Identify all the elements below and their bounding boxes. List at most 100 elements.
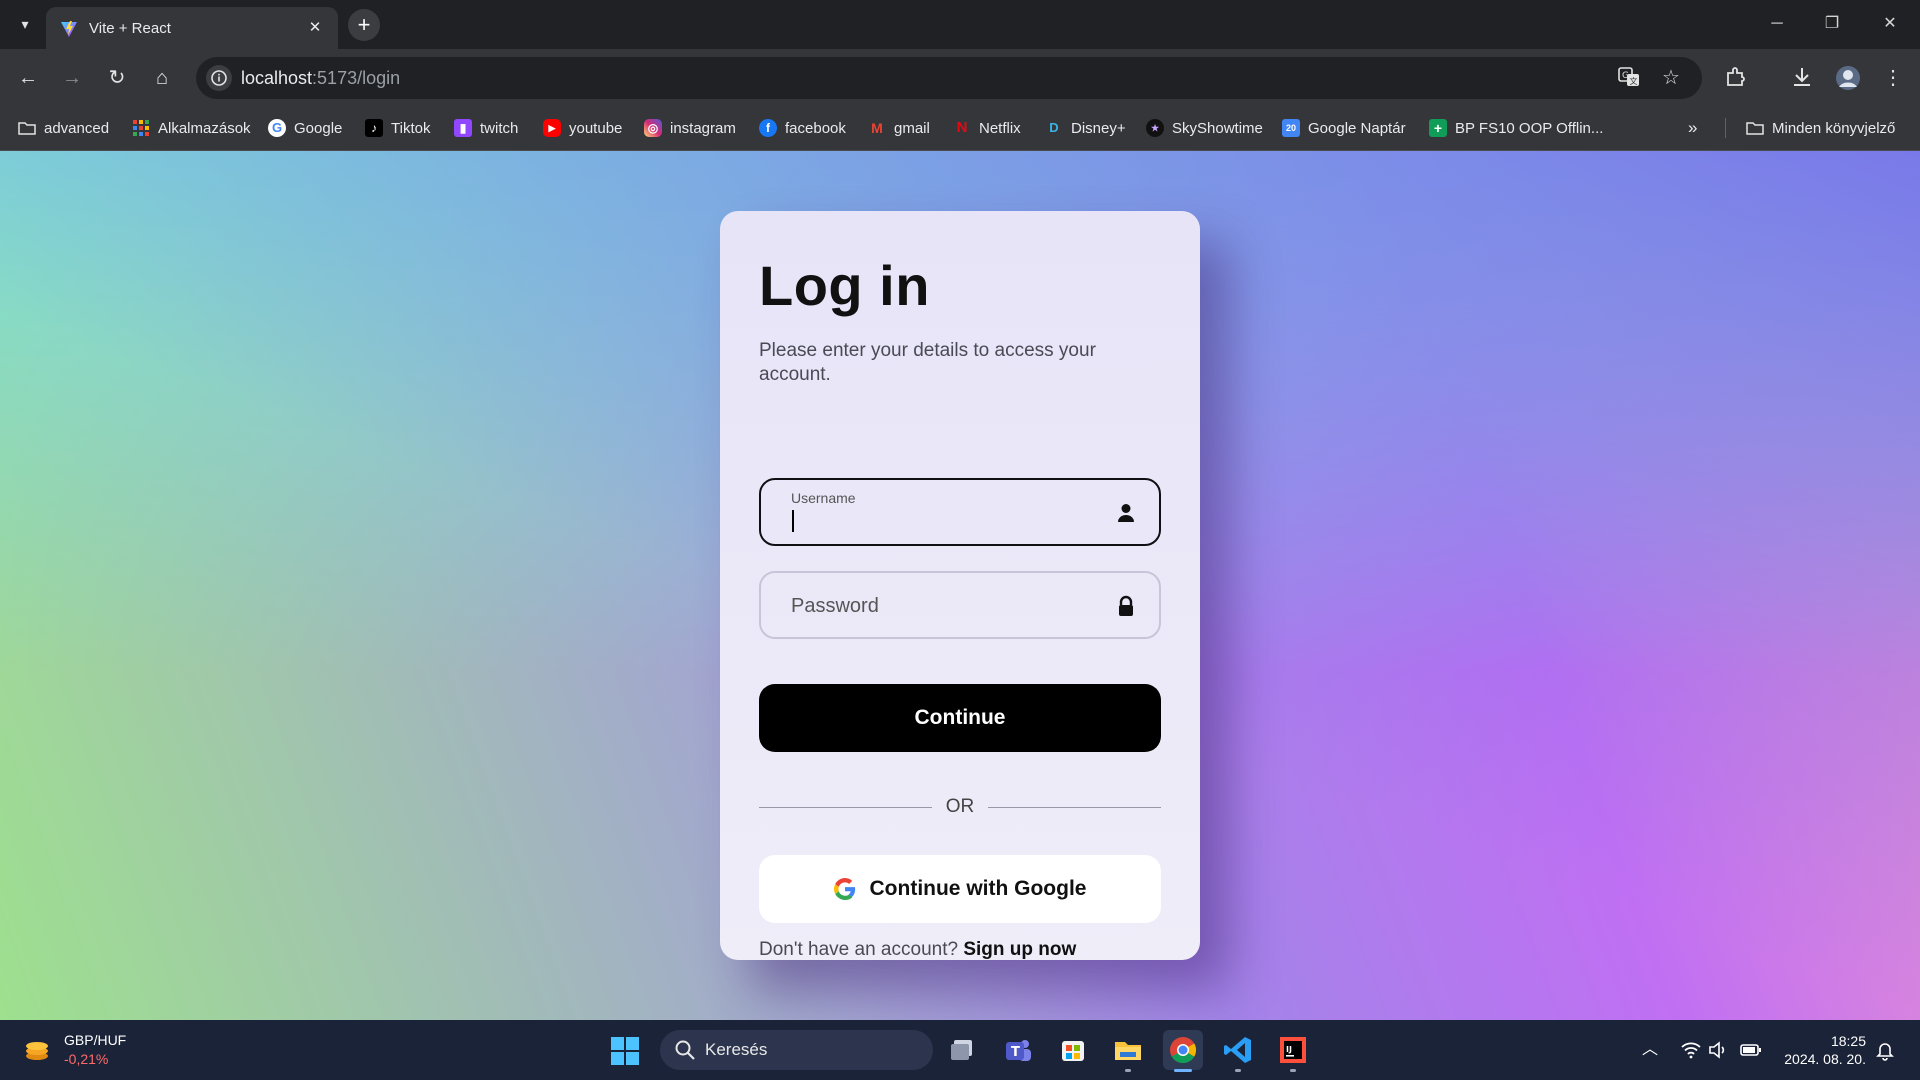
youtube-icon: ▶ [543,119,561,137]
windows-taskbar: GBP/HUF -0,21% Keresés T IJ ︿ 18:25 2024… [0,1020,1920,1080]
google-signin-button[interactable]: Continue with Google [759,855,1161,923]
downloads-icon[interactable] [1789,65,1815,91]
clock-time: 18:25 [1830,1033,1866,1049]
sheets-icon: + [1429,119,1447,137]
bookmark-gmail[interactable]: M gmail [868,117,930,139]
currency-widget[interactable]: GBP/HUF -0,21% [20,1030,160,1070]
tray-overflow-chevron-icon[interactable]: ︿ [1639,1039,1661,1061]
close-window-icon[interactable]: ✕ [1878,12,1902,36]
bookmark-star-icon[interactable]: ☆ [1658,65,1684,91]
bookmark-facebook[interactable]: f facebook [759,117,846,139]
new-tab-button[interactable]: + [348,9,380,41]
bookmark-label: gmail [894,119,930,137]
bookmark-label: advanced [44,119,110,137]
bookmark-disney[interactable]: D Disney+ [1045,117,1126,139]
all-bookmarks[interactable]: Minden könyvjelző [1746,117,1895,139]
home-icon[interactable]: ⌂ [149,65,175,91]
disney-icon: D [1049,120,1059,135]
coins-icon [26,1042,48,1060]
page-title: Log in [759,254,930,317]
tab-title: Vite + React [89,20,171,37]
browser-tab-strip: ▾ Vite + React ✕ + ─ ❐ ✕ [0,0,1920,49]
currency-change: -0,21% [64,1051,109,1067]
username-label: Username [791,490,856,506]
wifi-icon[interactable] [1680,1039,1702,1061]
address-bar[interactable]: localhost:5173/login G文 ☆ [196,57,1702,99]
more-bookmarks-icon[interactable]: » [1688,117,1697,139]
bookmark-label: Netflix [979,119,1021,137]
currency-pair: GBP/HUF [64,1032,127,1048]
chrome-menu-icon[interactable]: ⋮ [1880,65,1906,91]
calendar-icon: 20 [1282,119,1300,137]
bookmark-twitch[interactable]: ▮ twitch [454,117,518,139]
microsoft-store-icon[interactable] [1053,1030,1093,1070]
forward-arrow-icon[interactable]: → [59,65,85,91]
gmail-icon: M [871,120,883,136]
bookmark-label: Disney+ [1071,119,1126,137]
folder-icon [18,122,36,135]
teams-icon[interactable]: T [998,1030,1038,1070]
minimize-icon[interactable]: ─ [1765,12,1789,36]
back-arrow-icon[interactable]: ← [15,65,41,91]
bookmark-advanced[interactable]: advanced [18,117,109,139]
bookmark-tiktok[interactable]: ♪ Tiktok [365,117,430,139]
tab-vite-react[interactable]: Vite + React ✕ [46,7,338,49]
extensions-icon[interactable] [1723,65,1749,91]
continue-button[interactable]: Continue [759,684,1161,752]
bookmark-skyshowtime[interactable]: ★ SkyShowtime [1146,117,1263,139]
battery-icon[interactable] [1740,1039,1762,1061]
reload-icon[interactable]: ↻ [104,65,130,91]
signup-link[interactable]: Sign up now [963,939,1076,960]
bookmark-instagram[interactable]: ◎ instagram [644,117,736,139]
volume-icon[interactable] [1707,1039,1729,1061]
active-indicator [1174,1069,1192,1072]
windows-start-icon[interactable] [610,1036,640,1066]
url-path: :5173/login [312,68,401,88]
bookmark-google[interactable]: G Google [268,117,342,139]
bookmark-label: twitch [480,119,519,137]
running-indicator [1235,1069,1241,1072]
password-placeholder: Password [791,595,879,617]
skyshowtime-icon: ★ [1146,119,1164,137]
restore-icon[interactable]: ❐ [1820,12,1844,36]
google-icon: G [268,119,286,137]
bookmark-separator [1725,118,1726,138]
url-text[interactable]: localhost:5173/login [241,68,400,88]
system-clock[interactable]: 18:25 2024. 08. 20. [1784,1032,1866,1068]
file-explorer-icon[interactable] [1108,1030,1148,1072]
or-divider: OR [759,796,1161,818]
browser-toolbar: ← → ↻ ⌂ localhost:5173/login G文 ☆ ⋮ [0,49,1920,106]
profile-avatar-icon[interactable] [1835,65,1861,91]
login-subtitle: Please enter your details to access your… [759,340,1096,385]
tab-search-icon[interactable]: ▾ [14,13,36,35]
bookmark-apps[interactable]: Alkalmazások [132,117,251,139]
google-button-label: Continue with Google [869,877,1087,900]
divider-line [988,807,1161,808]
chrome-taskbar-icon[interactable] [1163,1030,1203,1072]
bookmark-label: BP FS10 OOP Offlin... [1455,119,1604,137]
notification-bell-icon[interactable] [1874,1039,1896,1061]
translate-icon[interactable]: G文 [1616,65,1642,91]
bookmark-label: Alkalmazások [158,119,251,137]
password-field[interactable]: Password [759,571,1161,639]
close-tab-icon[interactable]: ✕ [304,17,326,39]
bookmark-youtube[interactable]: ▶ youtube [543,117,622,139]
bookmark-label: Tiktok [391,119,431,137]
bookmark-netflix[interactable]: N Netflix [953,117,1021,139]
bookmark-label: Google [294,119,343,137]
taskbar-search-box[interactable]: Keresés [660,1030,933,1070]
bookmark-bp-fs10[interactable]: + BP FS10 OOP Offlin... [1429,117,1603,139]
username-field[interactable]: Username [759,478,1161,546]
intellij-icon[interactable]: IJ [1273,1030,1313,1072]
twitch-icon: ▮ [454,119,472,137]
site-info-icon[interactable] [206,65,232,91]
page-background: Log in Please enter your details to acce… [0,151,1920,1020]
bookmark-google-naptar[interactable]: 20 Google Naptár [1282,117,1406,139]
bookmark-label: SkyShowtime [1172,119,1263,137]
task-view-icon[interactable] [943,1030,983,1070]
svg-text:IJ: IJ [1286,1045,1292,1054]
search-placeholder: Keresés [705,1040,768,1059]
bookmark-label: facebook [785,119,846,137]
google-g-icon [833,878,855,900]
vscode-icon[interactable] [1218,1030,1258,1072]
